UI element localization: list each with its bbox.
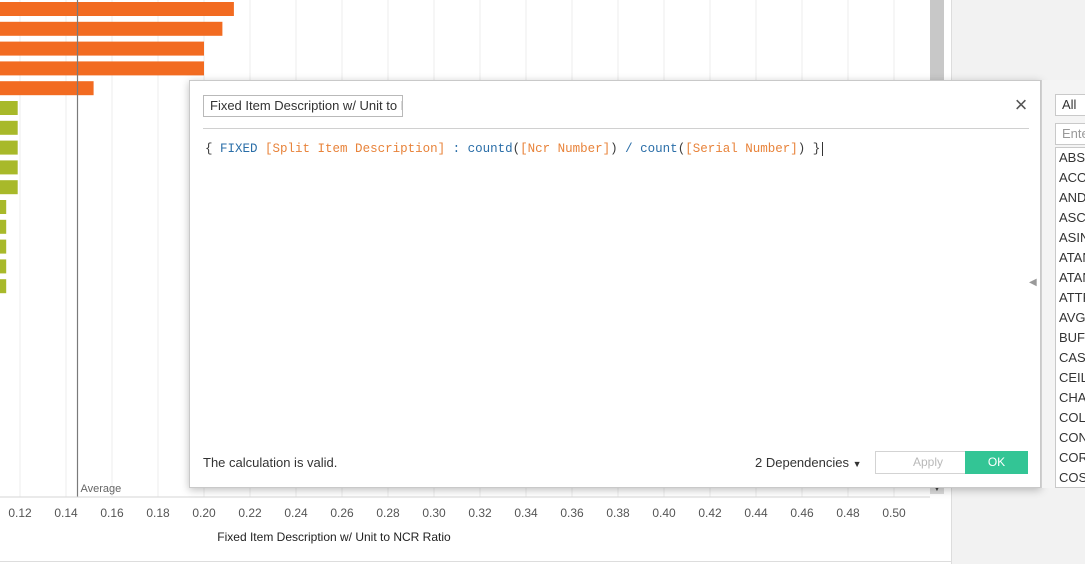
bar[interactable] — [0, 21, 223, 36]
close-icon[interactable]: × — [1010, 94, 1032, 117]
formula-colon: : — [445, 142, 468, 156]
bar[interactable] — [0, 61, 204, 76]
x-tick-label: 0.16 — [100, 506, 124, 520]
formula-function-count: count — [640, 142, 678, 156]
bar[interactable] — [0, 140, 18, 155]
function-list-item[interactable]: CASE — [1056, 348, 1085, 368]
bar[interactable] — [0, 259, 7, 274]
x-tick-label: 0.24 — [284, 506, 308, 520]
tableau-workspace: Average 0.12 0.14 0.16 0.18 0.20 0.22 0.24 0.26 0… — [0, 0, 1085, 564]
bar[interactable] — [0, 81, 94, 96]
chart-scrollbar[interactable] — [930, 0, 944, 80]
x-tick-label: 0.44 — [744, 506, 768, 520]
x-tick-label: 0.42 — [698, 506, 722, 520]
formula-function-countd: countd — [467, 142, 513, 156]
bar[interactable] — [0, 120, 18, 135]
function-list-item[interactable]: AND — [1056, 188, 1085, 208]
x-tick-label: 0.48 — [836, 506, 860, 520]
bar[interactable] — [0, 160, 18, 175]
dependencies-dropdown[interactable]: 2 Dependencies ▼ — [755, 455, 862, 470]
function-list-item[interactable]: ABS — [1056, 148, 1085, 168]
header-divider — [203, 128, 1029, 129]
x-tick-label: 0.30 — [422, 506, 446, 520]
bar[interactable] — [0, 219, 7, 234]
function-list-item[interactable]: CEILING — [1056, 368, 1085, 388]
functions-panel: All Enter search text ABSACOSANDASCIIASI… — [1041, 80, 1085, 488]
function-list-item[interactable]: ASIN — [1056, 228, 1085, 248]
function-list-item[interactable]: ATAN2 — [1056, 268, 1085, 288]
x-tick-label: 0.40 — [652, 506, 676, 520]
x-tick-label: 0.12 — [8, 506, 32, 520]
dependencies-label: 2 Dependencies — [755, 455, 849, 470]
bar[interactable] — [0, 2, 234, 16]
formula-open-brace: { — [205, 142, 221, 156]
x-tick-label: 0.32 — [468, 506, 492, 520]
x-tick-label: 0.46 — [790, 506, 814, 520]
formula-field-split-item: [Split Item Description] — [265, 142, 446, 156]
x-tick-label: 0.38 — [606, 506, 630, 520]
function-list-item[interactable]: ACOS — [1056, 168, 1085, 188]
formula-field-ncr-number: [Ncr Number] — [520, 142, 611, 156]
chart-bottom-border — [0, 561, 951, 562]
x-tick-label: 0.36 — [560, 506, 584, 520]
calculation-name-input[interactable]: Fixed Item Description w/ Unit to NCR Ra… — [203, 95, 403, 117]
chevron-down-icon: ▼ — [852, 459, 862, 469]
formula-close-brace: } — [805, 142, 821, 156]
x-tick-label: 0.18 — [146, 506, 170, 520]
ok-button[interactable]: OK — [965, 451, 1028, 474]
validation-status: The calculation is valid. — [203, 455, 338, 470]
function-list-item[interactable]: ATTR — [1056, 288, 1085, 308]
function-list-item[interactable]: COS — [1056, 468, 1085, 487]
x-tick-label: 0.26 — [330, 506, 354, 520]
bar[interactable] — [0, 180, 18, 195]
bar[interactable] — [0, 200, 7, 214]
formula-divide: / — [617, 142, 641, 156]
function-list-item[interactable]: CHAR — [1056, 388, 1085, 408]
calculation-editor-dialog: Fixed Item Description w/ Unit to NCR Ra… — [189, 80, 1041, 488]
function-list-item[interactable]: BUFFER — [1056, 328, 1085, 348]
function-search-input[interactable]: Enter search text — [1055, 123, 1085, 145]
bar[interactable] — [0, 239, 7, 254]
function-category-select[interactable]: All — [1055, 94, 1085, 116]
bar[interactable] — [0, 41, 204, 56]
x-tick-label: 0.34 — [514, 506, 538, 520]
average-label: Average — [81, 483, 122, 495]
function-list-item[interactable]: CORR — [1056, 448, 1085, 468]
collapse-panel-icon[interactable]: ◀ — [1029, 277, 1037, 288]
formula-editor[interactable]: { FIXED [Split Item Description] : count… — [205, 141, 824, 157]
function-list: ABSACOSANDASCIIASINATANATAN2ATTRAVGBUFFE… — [1055, 147, 1085, 488]
x-tick-label: 0.28 — [376, 506, 400, 520]
function-list-item[interactable]: COLLECT — [1056, 408, 1085, 428]
x-tick-label: 0.22 — [238, 506, 262, 520]
bar[interactable] — [0, 279, 7, 294]
x-tick-label: 0.14 — [54, 506, 78, 520]
text-caret — [822, 141, 824, 156]
x-tick-label: 0.50 — [882, 506, 906, 520]
function-list-item[interactable]: CONTAINS — [1056, 428, 1085, 448]
x-axis-title: Fixed Item Description w/ Unit to NCR Ra… — [217, 530, 451, 544]
function-list-item[interactable]: ATAN — [1056, 248, 1085, 268]
bar[interactable] — [0, 101, 18, 115]
formula-field-serial-number: [Serial Number] — [685, 142, 798, 156]
formula-keyword: FIXED — [220, 142, 258, 156]
x-tick-label: 0.20 — [192, 506, 216, 520]
function-list-item[interactable]: AVG — [1056, 308, 1085, 328]
function-list-item[interactable]: ASCII — [1056, 208, 1085, 228]
